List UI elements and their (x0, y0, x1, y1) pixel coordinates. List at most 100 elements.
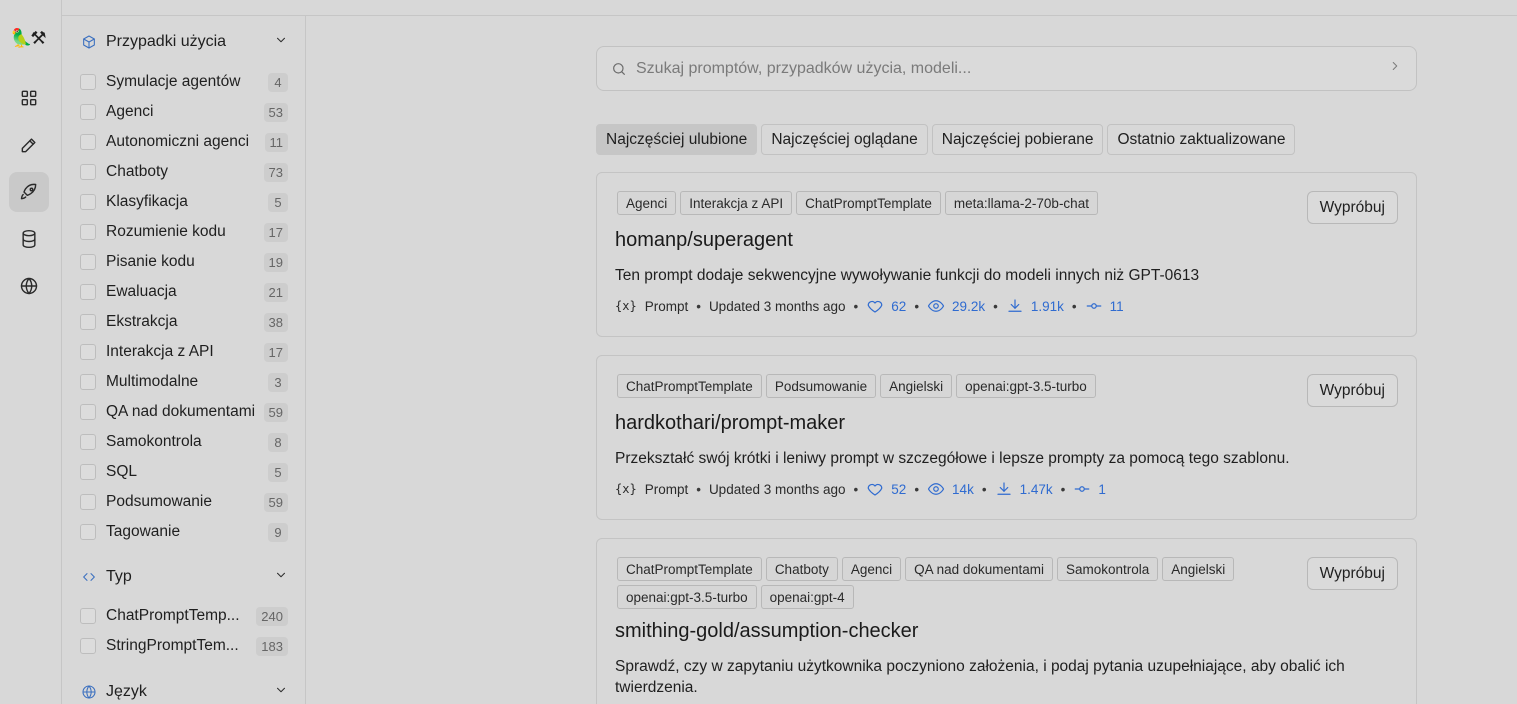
filter-item[interactable]: Rozumienie kodu 17 (80, 220, 288, 244)
prompt-card[interactable]: ChatPromptTemplate Chatboty Agenci QA na… (596, 538, 1417, 704)
nav-rail: 🦜⚒ (0, 0, 62, 704)
filter-item[interactable]: Klasyfikacja 5 (80, 190, 288, 214)
app-logo[interactable]: 🦜⚒ (10, 28, 47, 49)
tag[interactable]: Angielski (880, 374, 953, 398)
filter-item[interactable]: ChatPromptTemp... 240 (80, 604, 288, 628)
checkbox[interactable] (80, 404, 96, 420)
tag[interactable]: Podsumowanie (765, 374, 877, 398)
try-button[interactable]: Wypróbuj (1306, 191, 1398, 224)
try-button[interactable]: Wypróbuj (1306, 557, 1398, 590)
tag[interactable]: QA nad dokumentami (905, 557, 1053, 581)
globe-icon (20, 277, 38, 295)
filter-item[interactable]: Pisanie kodu 19 (80, 250, 288, 274)
checkbox[interactable] (80, 254, 96, 270)
checkbox[interactable] (80, 464, 96, 480)
tag[interactable]: meta:llama-2-70b-chat (944, 191, 1098, 215)
prompt-kind: Prompt (644, 481, 689, 497)
tab-most-favorited[interactable]: Najczęściej ulubione (596, 124, 758, 155)
checkbox[interactable] (80, 194, 96, 210)
rail-globe-button[interactable] (9, 266, 49, 306)
rail-database-button[interactable] (9, 219, 49, 259)
type-header[interactable]: Typ (80, 565, 288, 589)
tag[interactable]: Angielski (1162, 557, 1235, 581)
heart-icon (867, 300, 883, 313)
filter-item[interactable]: SQL 5 (80, 460, 288, 484)
checkbox[interactable] (80, 224, 96, 240)
checkbox[interactable] (80, 374, 96, 390)
tag[interactable]: openai:gpt-4 (760, 585, 854, 609)
checkbox[interactable] (80, 494, 96, 510)
filter-label: Klasyfikacja (106, 193, 188, 210)
tag[interactable]: Agenci (841, 557, 902, 581)
pen-icon (21, 138, 36, 153)
tag[interactable]: openai:gpt-3.5-turbo (956, 374, 1096, 398)
tag[interactable]: ChatPromptTemplate (796, 191, 941, 215)
language-header[interactable]: Język (80, 680, 288, 704)
type-title: Typ (106, 568, 132, 585)
chevron-down-icon[interactable] (274, 33, 288, 52)
prompt-kind: Prompt (644, 298, 689, 314)
checkbox[interactable] (80, 134, 96, 150)
checkbox[interactable] (80, 284, 96, 300)
tag[interactable]: ChatPromptTemplate (617, 557, 762, 581)
filter-count: 8 (268, 432, 288, 452)
search-input[interactable] (636, 59, 1388, 78)
language-title: Język (106, 683, 147, 700)
card-title[interactable]: smithing-gold/assumption-checker (615, 620, 918, 643)
filter-item[interactable]: Ekstrakcja 38 (80, 310, 288, 334)
tag[interactable]: Samokontrola (1056, 557, 1159, 581)
filter-item[interactable]: Multimodalne 3 (80, 370, 288, 394)
checkbox[interactable] (80, 524, 96, 540)
commit-icon (1074, 486, 1090, 492)
filter-label: Ewaluacja (106, 283, 177, 300)
card-title[interactable]: homanp/superagent (615, 229, 793, 252)
likes[interactable]: 62 (866, 297, 906, 315)
chevron-down-icon[interactable] (274, 683, 288, 702)
filter-item[interactable]: Symulacje agentów 4 (80, 70, 288, 94)
checkbox[interactable] (80, 638, 96, 654)
checkbox[interactable] (80, 104, 96, 120)
tag[interactable]: openai:gpt-3.5-turbo (617, 585, 757, 609)
filter-item[interactable]: Samokontrola 8 (80, 430, 288, 454)
filter-item[interactable]: StringPromptTem... 183 (80, 634, 288, 658)
filter-item[interactable]: Interakcja z API 17 (80, 340, 288, 364)
views: 29.2k (927, 297, 985, 315)
likes[interactable]: 52 (866, 480, 906, 498)
filter-item[interactable]: QA nad dokumentami 59 (80, 400, 288, 424)
use-cases-header[interactable]: Przypadki użycia (80, 30, 288, 54)
views-count: 14k (952, 481, 974, 497)
card-title[interactable]: hardkothari/prompt-maker (615, 412, 845, 435)
chevron-down-icon[interactable] (274, 568, 288, 587)
tab-most-downloaded[interactable]: Najczęściej pobierane (931, 124, 1104, 155)
tag[interactable]: Chatboty (765, 557, 838, 581)
filter-item[interactable]: Tagowanie 9 (80, 520, 288, 544)
downloads-count: 1.91k (1030, 298, 1064, 314)
filter-item[interactable]: Autonomiczni agenci 11 (80, 130, 288, 154)
filter-item[interactable]: Chatboty 73 (80, 160, 288, 184)
tag[interactable]: ChatPromptTemplate (617, 374, 762, 398)
checkbox[interactable] (80, 74, 96, 90)
tag[interactable]: Interakcja z API (680, 191, 793, 215)
eye-icon (927, 483, 945, 495)
filter-item[interactable]: Ewaluacja 21 (80, 280, 288, 304)
rail-pen-button[interactable] (9, 125, 49, 165)
try-button[interactable]: Wypróbuj (1306, 374, 1398, 407)
checkbox[interactable] (80, 608, 96, 624)
filter-item[interactable]: Agenci 53 (80, 100, 288, 124)
prompt-card[interactable]: Agenci Interakcja z API ChatPromptTempla… (596, 172, 1417, 337)
tab-recently-updated[interactable]: Ostatnio zaktualizowane (1107, 124, 1296, 155)
tab-most-viewed[interactable]: Najczęściej oglądane (761, 124, 928, 155)
chevron-right-icon[interactable] (1388, 59, 1402, 78)
checkbox[interactable] (80, 344, 96, 360)
prompt-card[interactable]: ChatPromptTemplate Podsumowanie Angielsk… (596, 355, 1417, 520)
commits-count: 1 (1098, 481, 1106, 497)
checkbox[interactable] (80, 314, 96, 330)
tag[interactable]: Agenci (617, 191, 677, 215)
download-icon (1008, 299, 1022, 312)
updated-text: Updated 3 months ago (708, 481, 846, 497)
filter-item[interactable]: Podsumowanie 59 (80, 490, 288, 514)
checkbox[interactable] (80, 434, 96, 450)
rail-rocket-button[interactable] (9, 172, 49, 212)
rail-grid-button[interactable] (9, 78, 49, 118)
checkbox[interactable] (80, 164, 96, 180)
